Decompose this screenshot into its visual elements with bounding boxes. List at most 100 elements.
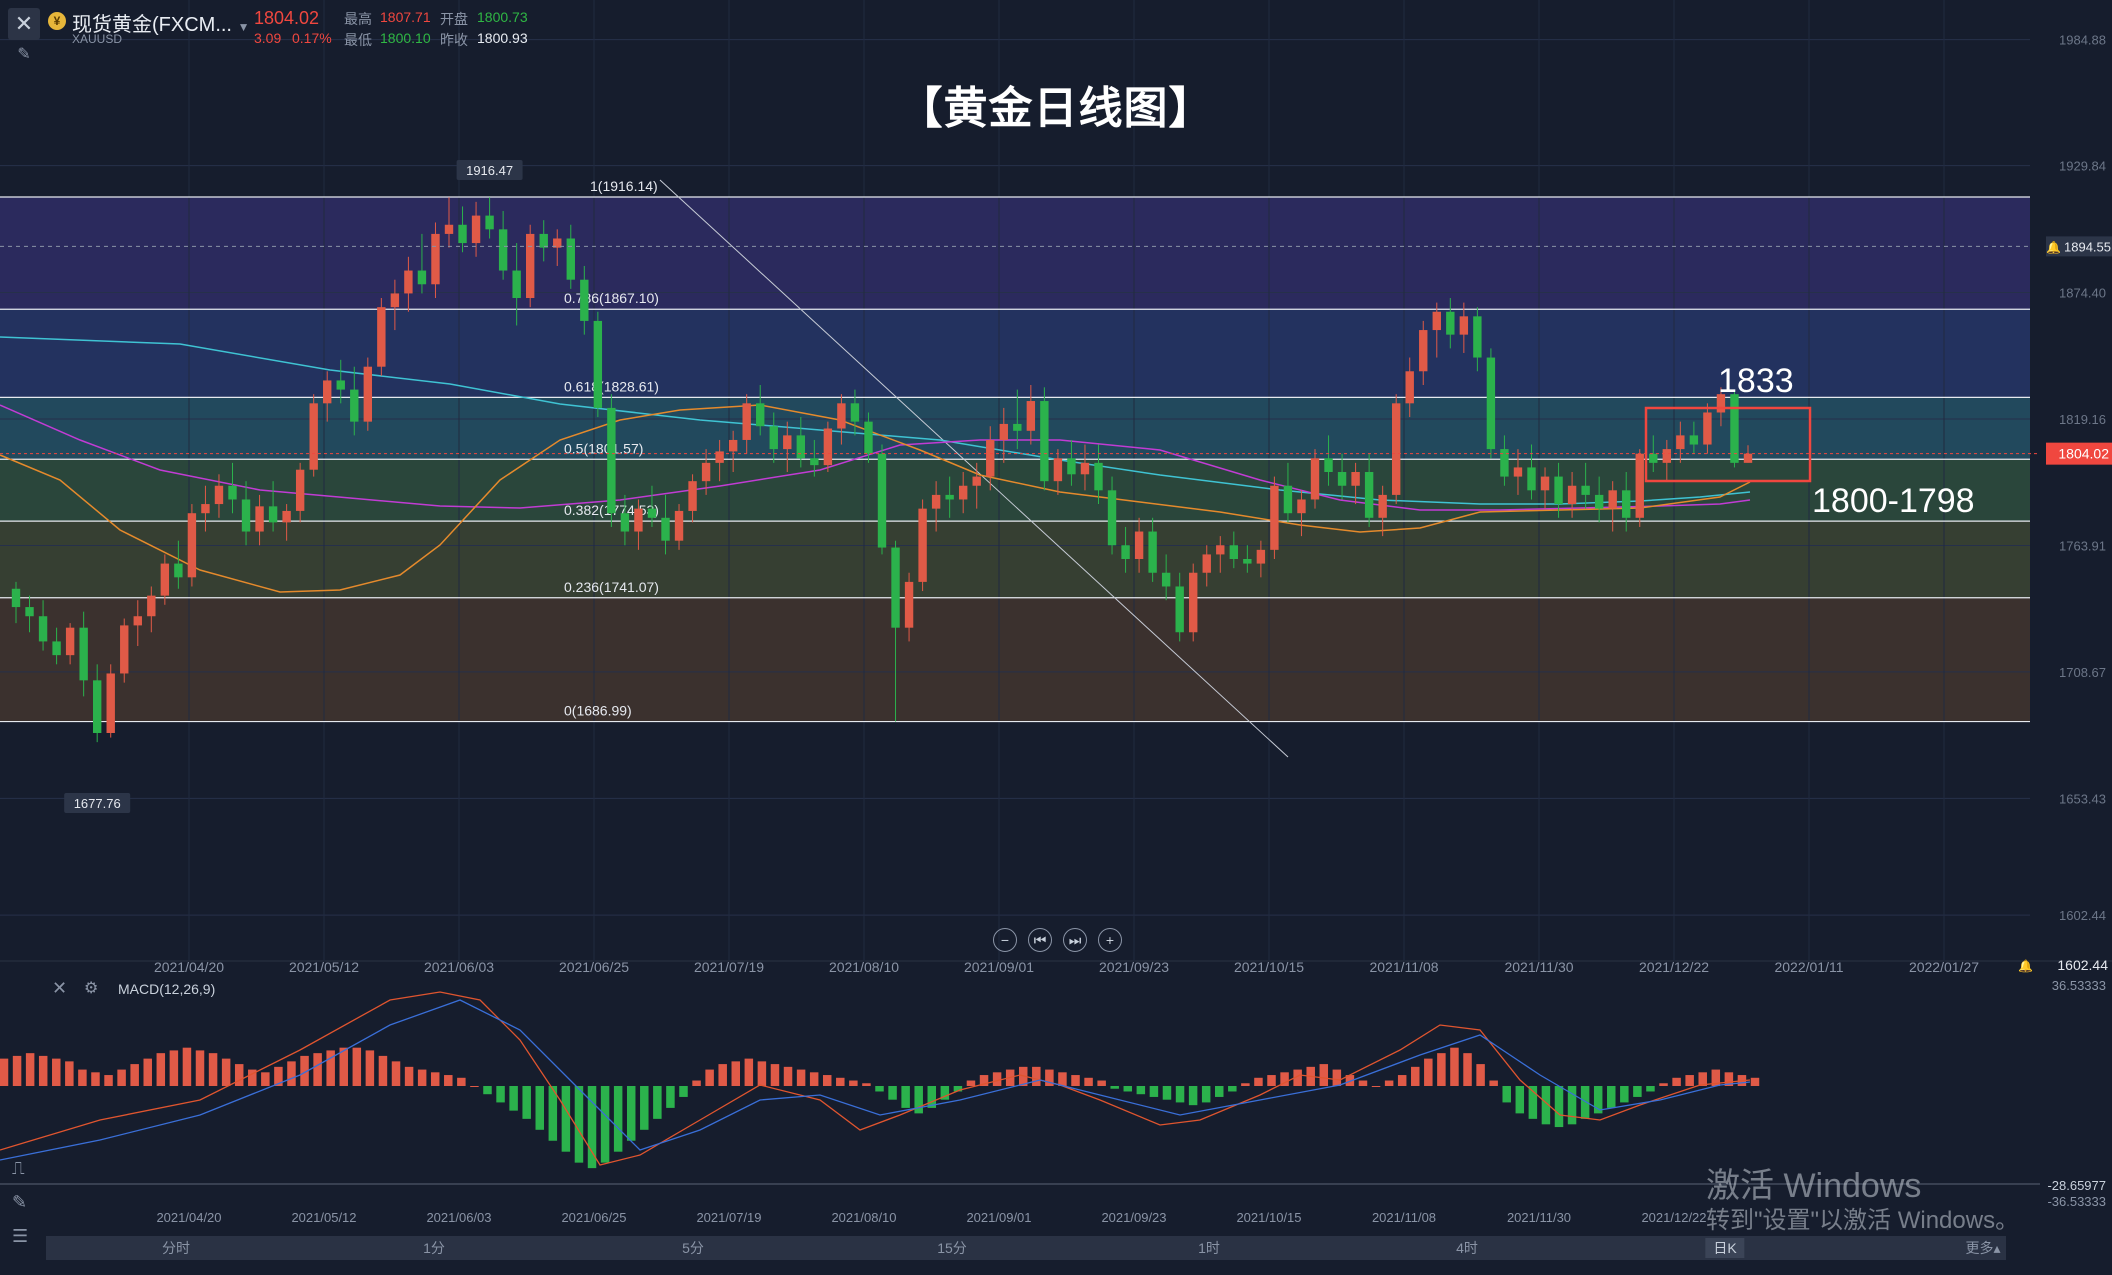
candle-body <box>214 485 224 505</box>
candle-body <box>1594 494 1604 509</box>
candle-body <box>336 380 345 390</box>
macd-bar <box>1554 1086 1564 1128</box>
candle-body <box>891 547 900 628</box>
candle-body <box>120 625 129 674</box>
candle-body <box>390 293 400 308</box>
zoom-out-icon[interactable]: − <box>993 928 1017 952</box>
candle-body <box>295 469 305 511</box>
timeframe-5[interactable]: 4时 <box>1456 1238 1478 1258</box>
timeframe-7[interactable]: 更多▴ <box>1965 1238 2000 1258</box>
price-axis-label: 1708.67 <box>2059 665 2106 680</box>
candle-body <box>918 508 927 582</box>
candle-body <box>1013 423 1022 431</box>
fib-label: 0.236(1741.07) <box>564 579 659 595</box>
macd-bar <box>391 1061 401 1086</box>
candle <box>1486 348 1496 459</box>
candle-body <box>363 366 373 422</box>
timeframe-0[interactable]: 分时 <box>162 1238 190 1258</box>
candle-body <box>1297 499 1306 514</box>
candle-body <box>634 508 643 532</box>
layers-icon[interactable]: ☰ <box>12 1226 28 1247</box>
macd-axis-label: -28.65977 <box>2047 1178 2106 1193</box>
timeframe-3[interactable]: 15分 <box>937 1238 967 1258</box>
macd-bar <box>1659 1083 1668 1086</box>
candle-body <box>1730 394 1739 463</box>
open-label: 开盘 <box>440 11 468 27</box>
candle-body <box>1459 316 1469 335</box>
candle <box>1189 563 1198 642</box>
macd-settings-icon[interactable]: ⚙ <box>84 978 98 998</box>
candle-body <box>1473 316 1482 358</box>
macd-bar <box>182 1047 192 1086</box>
candle-body <box>11 588 21 608</box>
candle-body <box>1161 572 1171 587</box>
candle <box>1730 389 1739 468</box>
price-axis-label: 1819.16 <box>2059 412 2106 427</box>
candle <box>309 394 318 477</box>
macd-time-label: 2021/11/08 <box>1372 1210 1436 1225</box>
price-chart[interactable]: 1(1916.14) 0.786(1867.10) 0.618(1828.61) 0.… <box>0 0 2112 1275</box>
candle-body <box>620 513 630 532</box>
candle <box>1270 476 1279 560</box>
candle-body <box>877 453 887 548</box>
candle-body <box>52 641 61 656</box>
price-axis-label: 1653.43 <box>2059 791 2106 806</box>
candle <box>593 311 603 418</box>
candle-body <box>1689 435 1699 445</box>
candle-body <box>458 224 467 244</box>
zoom-in-icon[interactable]: + <box>1098 928 1122 952</box>
macd-bar <box>1136 1086 1146 1095</box>
timeframe-1[interactable]: 1分 <box>423 1238 445 1258</box>
macd-bar <box>731 1061 741 1086</box>
macd-close-icon[interactable]: ✕ <box>52 978 67 999</box>
candle-body <box>174 563 183 578</box>
candle-body <box>715 451 724 463</box>
candle-body <box>377 307 386 367</box>
macd-bar <box>1188 1086 1198 1106</box>
pen-icon[interactable]: ✎ <box>12 1192 27 1213</box>
indicator-icon[interactable]: ⎍ <box>12 1158 25 1179</box>
close-icon[interactable]: ✕ <box>8 8 40 40</box>
macd-bar <box>313 1053 322 1086</box>
candle-body <box>498 229 508 271</box>
high-label: 最高 <box>344 11 372 27</box>
candle-body <box>1527 467 1536 491</box>
fib-label: 0.786(1867.10) <box>564 290 659 306</box>
candle <box>877 444 887 555</box>
candle-body <box>255 506 264 532</box>
macd-bar <box>0 1058 9 1086</box>
rewind-icon[interactable]: ⏮ <box>1028 928 1052 952</box>
macd-bar <box>875 1086 884 1092</box>
macd-bar <box>483 1086 492 1095</box>
timeframe-6[interactable]: 日K <box>1705 1238 1745 1258</box>
timeframe-2[interactable]: 5分 <box>682 1238 704 1258</box>
macd-bar <box>234 1064 244 1086</box>
low-value: 1800.10 <box>380 30 431 46</box>
macd-bar <box>626 1086 636 1141</box>
candle-body <box>958 485 968 500</box>
candle-body <box>1067 458 1076 475</box>
draw-tool-icon[interactable]: ✎ <box>8 44 40 66</box>
macd-bar <box>1450 1047 1459 1086</box>
macd-axis-label: -36.53333 <box>2047 1194 2106 1209</box>
candle-body <box>404 270 413 294</box>
macd-bar <box>600 1086 610 1163</box>
forward-icon[interactable]: ⏭ <box>1063 928 1087 952</box>
candle-body <box>268 506 278 523</box>
candle <box>1040 387 1049 491</box>
macd-time-label: 2021/07/19 <box>696 1210 761 1225</box>
candle-body <box>1189 572 1198 633</box>
candle <box>1391 394 1401 505</box>
candle-body <box>945 494 954 500</box>
candle-body <box>539 233 548 248</box>
macd-bar <box>757 1061 767 1086</box>
candle-body <box>323 380 332 404</box>
candle-body <box>1270 485 1279 550</box>
candle-body <box>1134 531 1144 560</box>
timeframe-4[interactable]: 1时 <box>1198 1238 1220 1258</box>
prev-close-value: 1800.93 <box>477 30 528 46</box>
chevron-down-icon[interactable]: ▼ <box>238 20 250 34</box>
candle-body <box>38 616 48 642</box>
macd-bar <box>1685 1075 1694 1086</box>
candle-body <box>350 389 359 422</box>
